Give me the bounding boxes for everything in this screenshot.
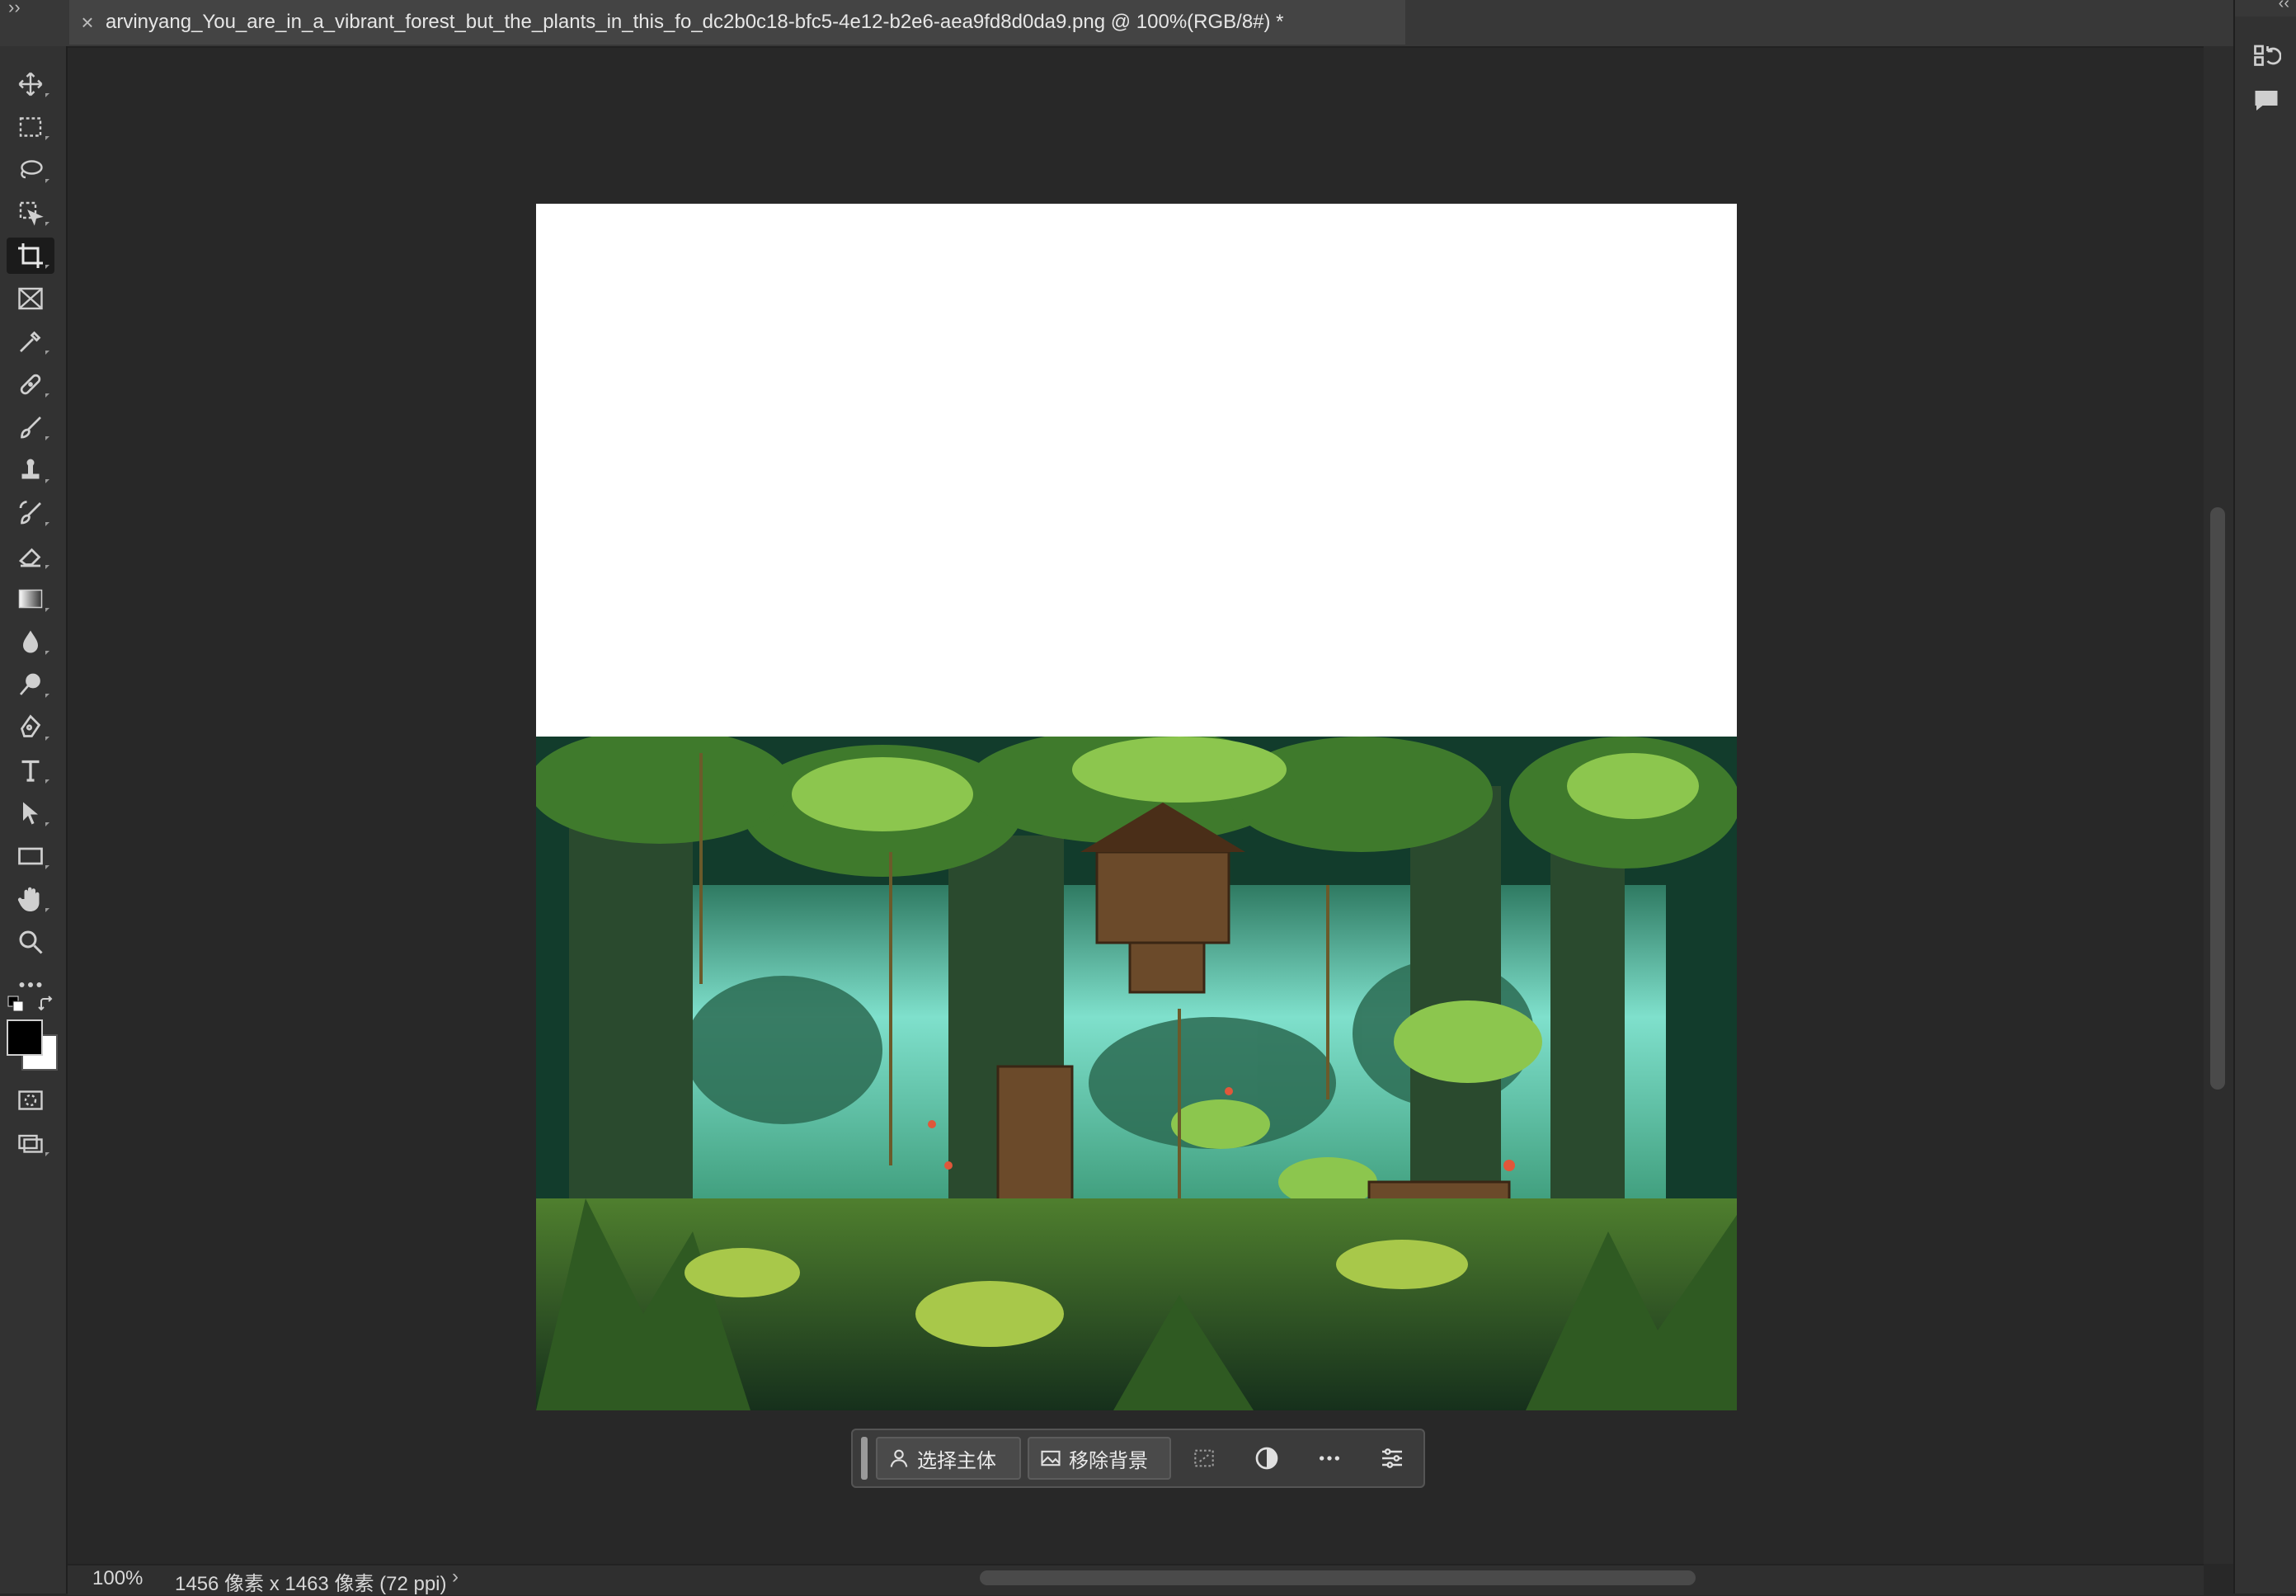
lasso-tool[interactable] [7, 152, 54, 188]
collapse-arrows-icon: ‹‹ [2278, 0, 2289, 12]
marquee-icon [19, 117, 42, 137]
eyedropper-tool[interactable] [7, 323, 54, 360]
swap-colors-icon[interactable] [36, 995, 56, 1015]
object-selection-icon [19, 201, 44, 226]
default-colors-icon[interactable] [7, 995, 26, 1015]
taskbar-settings-button[interactable] [1372, 1438, 1412, 1478]
dodge-tool[interactable] [7, 666, 54, 703]
brush-tool[interactable] [7, 409, 54, 445]
zoom-tool[interactable] [7, 924, 54, 960]
comments-panel-button[interactable] [2248, 82, 2284, 119]
move-icon [18, 72, 43, 97]
document-tab[interactable]: × arvinyang_You_are_in_a_vibrant_forest_… [69, 0, 1405, 45]
lasso-icon [21, 160, 43, 179]
dodge-icon [19, 673, 40, 695]
canvas-blank-area[interactable] [536, 204, 1737, 737]
stamp-icon [21, 459, 40, 479]
bandage-icon [20, 374, 41, 395]
taskbar-drag-handle[interactable] [861, 1437, 868, 1480]
eyedropper-icon [20, 331, 41, 352]
select-subject-label: 选择主体 [917, 1449, 996, 1472]
status-menu-arrow-icon[interactable]: › [452, 1565, 459, 1589]
quick-mask-icon [18, 1090, 43, 1110]
collapse-arrows-icon: ›› [8, 0, 21, 17]
horizontal-scrollbar-thumb[interactable] [980, 1570, 1696, 1585]
frame-tool[interactable] [7, 280, 54, 317]
document-info: 1456 像素 x 1463 像素 (72 ppi) [175, 1573, 447, 1595]
foreground-color-swatch[interactable] [7, 1019, 43, 1056]
type-tool[interactable] [7, 752, 54, 789]
zoom-level[interactable]: 100% [92, 1567, 143, 1590]
more-icon [1320, 1456, 1339, 1461]
arrow-icon [23, 802, 38, 825]
eraser-icon [18, 548, 41, 567]
comment-icon [2255, 91, 2278, 111]
vertical-scrollbar-thumb[interactable] [2210, 507, 2225, 1090]
toolbar-collapse[interactable]: ›› [0, 0, 68, 46]
blur-tool[interactable] [7, 624, 54, 660]
right-panel-strip: ‹‹ [2233, 0, 2296, 1594]
tools-panel [0, 46, 68, 1594]
right-panel-collapse[interactable]: ‹‹ [2235, 0, 2296, 16]
transform-selection-icon [1194, 1449, 1214, 1467]
history-brush-tool[interactable] [7, 495, 54, 531]
pen-tool[interactable] [7, 709, 54, 746]
drop-icon [23, 630, 38, 653]
crop-tool[interactable] [7, 238, 54, 274]
adjustment-icon [1255, 1447, 1278, 1470]
rectangular-marquee-tool[interactable] [7, 109, 54, 145]
gradient-icon [18, 589, 43, 609]
select-subject-button[interactable]: 选择主体 [876, 1437, 1021, 1480]
history-icon [2254, 45, 2281, 66]
screen-mode-icon [18, 1134, 43, 1153]
more-options-button[interactable] [1310, 1438, 1349, 1478]
gradient-tool[interactable] [7, 581, 54, 617]
document-tab-title: arvinyang_You_are_in_a_vibrant_forest_bu… [106, 11, 1284, 33]
image-icon [1041, 1450, 1061, 1467]
adjustment-button[interactable] [1247, 1438, 1287, 1478]
crop-icon [18, 243, 43, 268]
remove-background-label: 移除背景 [1069, 1449, 1148, 1472]
hand-icon [17, 887, 40, 911]
path-selection-tool[interactable] [7, 795, 54, 831]
history-panel-button[interactable] [2248, 38, 2284, 74]
pen-icon [21, 714, 41, 737]
screen-mode-button[interactable] [7, 1125, 54, 1161]
rectangle-icon [18, 847, 43, 865]
type-icon [21, 760, 40, 782]
magnifier-icon [19, 930, 43, 954]
eraser-tool[interactable] [7, 538, 54, 574]
remove-background-button[interactable]: 移除背景 [1028, 1437, 1171, 1480]
contextual-task-bar: 选择主体 移除背景 [851, 1429, 1425, 1488]
select-subject-icon [890, 1449, 908, 1467]
spot-healing-tool[interactable] [7, 366, 54, 403]
frame-icon [18, 287, 43, 310]
hand-tool[interactable] [7, 881, 54, 917]
brush-icon [21, 417, 41, 439]
object-selection-tool[interactable] [7, 195, 54, 231]
close-tab-icon[interactable]: × [69, 10, 106, 35]
history-brush-icon [19, 501, 41, 525]
quick-mask-button[interactable] [7, 1082, 54, 1118]
canvas-forest-image[interactable] [536, 737, 1737, 1410]
transform-selection-button[interactable] [1184, 1438, 1224, 1478]
clone-stamp-tool[interactable] [7, 452, 54, 488]
forest-illustration [536, 737, 1737, 1410]
rectangle-tool[interactable] [7, 838, 54, 874]
move-tool[interactable] [7, 66, 54, 102]
settings-sliders-icon [1382, 1448, 1402, 1468]
